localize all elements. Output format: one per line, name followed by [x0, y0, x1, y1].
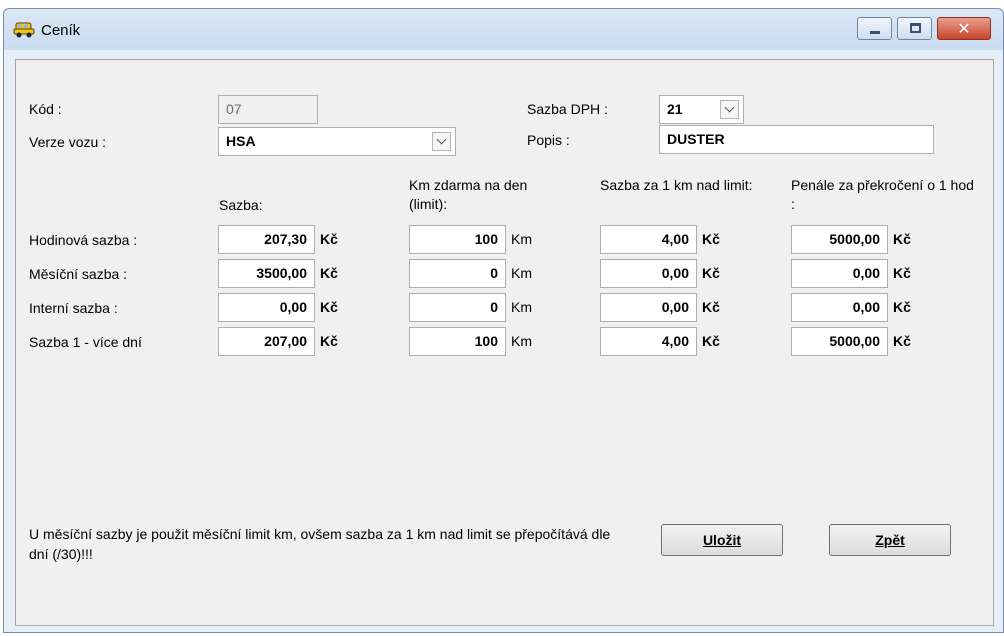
title-bar[interactable]: Ceník ✕	[4, 9, 1003, 50]
vice-dni-sazba-km-input[interactable]: 4,00	[600, 327, 697, 356]
currency-unit: Kč	[320, 265, 338, 281]
currency-unit: Kč	[320, 299, 338, 315]
mesicni-penale-input[interactable]: 0,00	[791, 259, 888, 288]
currency-unit: Kč	[702, 299, 720, 315]
column-header-sazba-km: Sazba za 1 km nad limit:	[600, 177, 753, 193]
back-button[interactable]: Zpět	[829, 524, 951, 556]
minimize-button[interactable]	[857, 17, 892, 40]
interni-sazba-km-input[interactable]: 0,00	[600, 293, 697, 322]
currency-unit: Kč	[893, 333, 911, 349]
currency-unit: Kč	[702, 231, 720, 247]
vice-dni-km-input[interactable]: 100	[409, 327, 506, 356]
currency-unit: Kč	[702, 265, 720, 281]
km-unit: Km	[511, 299, 532, 315]
mesicni-sazba-input[interactable]: 3500,00	[218, 259, 315, 288]
interni-penale-input[interactable]: 0,00	[791, 293, 888, 322]
currency-unit: Kč	[893, 231, 911, 247]
row-label-interni-sazba: Interní sazba :	[29, 300, 118, 316]
currency-unit: Kč	[702, 333, 720, 349]
column-header-sazba: Sazba:	[219, 197, 263, 213]
sazba-dph-select[interactable]: 21	[659, 95, 744, 124]
row-label-sazba-vice-dni: Sazba 1 - více dní	[29, 334, 142, 350]
row-label-mesicni-sazba: Měsíční sazba :	[29, 266, 128, 282]
verze-vozu-label: Verze vozu :	[29, 134, 107, 150]
row-label-hodinova-sazba: Hodinová sazba :	[29, 232, 138, 248]
kod-label: Kód :	[29, 101, 62, 117]
hodinova-sazba-km-input[interactable]: 4,00	[600, 225, 697, 254]
currency-unit: Kč	[893, 299, 911, 315]
hodinova-km-input[interactable]: 100	[409, 225, 506, 254]
verze-vozu-select[interactable]: HSA	[218, 127, 456, 156]
currency-unit: Kč	[893, 265, 911, 281]
km-unit: Km	[511, 333, 532, 349]
interni-sazba-input[interactable]: 0,00	[218, 293, 315, 322]
verze-vozu-dropdown-button[interactable]	[432, 132, 451, 151]
cenik-window: Ceník ✕ Kód : 07 Verze vozu : HSA Sazba …	[3, 8, 1004, 633]
interni-km-input[interactable]: 0	[409, 293, 506, 322]
mesicni-sazba-km-input[interactable]: 0,00	[600, 259, 697, 288]
currency-unit: Kč	[320, 231, 338, 247]
popis-label: Popis :	[527, 132, 570, 148]
km-unit: Km	[511, 265, 532, 281]
car-icon	[13, 22, 35, 38]
mesicni-km-input[interactable]: 0	[409, 259, 506, 288]
sazba-dph-value: 21	[667, 101, 683, 117]
column-header-km-zdarma: Km zdarma na den (limit):	[409, 177, 528, 212]
vice-dni-penale-input[interactable]: 5000,00	[791, 327, 888, 356]
sazba-dph-label: Sazba DPH :	[527, 101, 608, 117]
info-note: U měsíční sazby je použit měsíční limit …	[29, 526, 611, 562]
km-unit: Km	[511, 231, 532, 247]
currency-unit: Kč	[320, 333, 338, 349]
chevron-down-icon	[436, 134, 447, 145]
hodinova-sazba-input[interactable]: 207,30	[218, 225, 315, 254]
maximize-icon	[910, 23, 921, 33]
vice-dni-sazba-input[interactable]: 207,00	[218, 327, 315, 356]
form-panel: Kód : 07 Verze vozu : HSA Sazba DPH : 21…	[15, 59, 994, 626]
column-header-penale: Penále za překročení o 1 hod :	[791, 177, 974, 212]
close-button[interactable]: ✕	[937, 17, 991, 40]
popis-field[interactable]: DUSTER	[659, 125, 934, 154]
verze-vozu-value: HSA	[226, 133, 256, 149]
chevron-down-icon	[724, 102, 735, 113]
save-button[interactable]: Uložit	[661, 524, 783, 556]
hodinova-penale-input[interactable]: 5000,00	[791, 225, 888, 254]
close-icon: ✕	[957, 21, 971, 38]
window-title: Ceník	[41, 22, 81, 39]
kod-field: 07	[218, 95, 318, 124]
sazba-dph-dropdown-button[interactable]	[720, 100, 739, 119]
minimize-icon	[870, 31, 880, 34]
maximize-button[interactable]	[897, 17, 932, 40]
